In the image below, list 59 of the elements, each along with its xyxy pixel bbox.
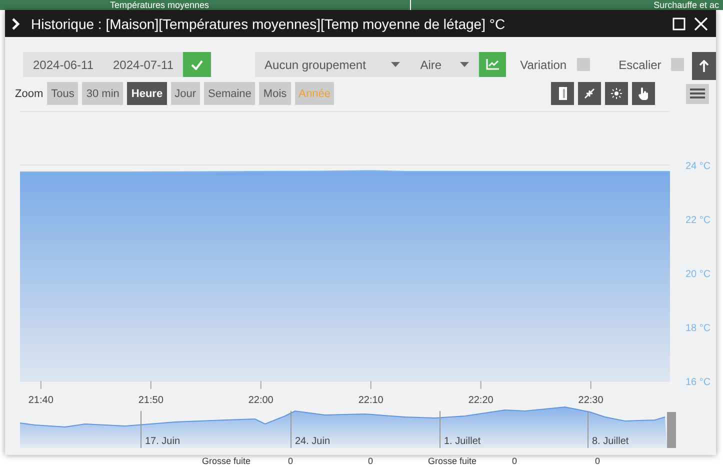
background-tab-title: Surchauffe et ac — [652, 0, 720, 10]
window-title: Historique : [Maison][Températures moyennes][Temp moyenne de létage] °C — [31, 16, 506, 32]
caret-icon — [391, 62, 400, 67]
checkbox[interactable] — [671, 58, 684, 71]
caret-icon — [460, 62, 469, 67]
background-value: 0 — [368, 455, 374, 467]
navigator-date-label: 8. Juillet — [592, 436, 629, 447]
navigator-date-label: 24. Juin — [295, 436, 330, 447]
y-axis-label: 18 °C — [685, 323, 711, 334]
background-value: 0 — [595, 455, 600, 467]
x-axis-label: 22:00 — [248, 395, 274, 406]
background-label: Grosse fuite — [202, 455, 251, 467]
zoom-button[interactable]: Tous — [47, 82, 78, 105]
background-value: 0 — [512, 455, 518, 467]
y-axis-label: 22 °C — [685, 215, 711, 226]
zoom-button[interactable]: Jour — [170, 82, 200, 105]
option-label: Escalier — [618, 58, 662, 72]
y-axis-label: 16 °C — [685, 377, 711, 388]
navigator-date-label: 1. Juillet — [444, 436, 481, 447]
grouping-dropdown[interactable]: Aucun groupement — [254, 52, 410, 77]
chart-type-button[interactable] — [478, 52, 506, 77]
x-axis-label: 21:50 — [138, 395, 164, 406]
apply-button[interactable] — [183, 52, 211, 77]
x-axis-label: 22:20 — [468, 395, 494, 406]
x-axis-label: 22:30 — [578, 395, 604, 406]
scroll-top-button[interactable] — [692, 52, 716, 80]
zoom-button[interactable]: Mois — [259, 82, 291, 105]
up-arrow-icon — [699, 60, 710, 72]
zoom-button[interactable]: Semaine — [204, 82, 256, 105]
y-axis-label: 24 °C — [685, 161, 711, 172]
zoom-label: Zoom — [15, 88, 44, 100]
background-value: 0 — [288, 455, 294, 467]
navigator-handle[interactable] — [667, 412, 676, 448]
maximize-icon[interactable] — [672, 16, 686, 30]
menu-icon — [690, 88, 705, 99]
chart-type-dropdown[interactable]: Aire — [410, 52, 479, 77]
background-label: Grosse fuite — [428, 455, 477, 467]
collapse-arrows-icon — [584, 88, 595, 99]
x-axis-label: 22:10 — [358, 395, 384, 406]
close-icon[interactable] — [694, 16, 708, 30]
sun-icon — [611, 88, 622, 99]
x-axis-label: 21:40 — [28, 395, 54, 406]
check-icon — [190, 60, 203, 70]
start-date-field[interactable]: 2024-06-11 — [23, 52, 103, 77]
y-axis-label: 20 °C — [685, 269, 711, 280]
menu-button[interactable] — [686, 84, 709, 104]
checkbox[interactable] — [576, 58, 590, 71]
toolbar-button[interactable] — [632, 82, 655, 105]
bar-icon — [558, 87, 566, 100]
hand-pointer-icon — [638, 87, 649, 100]
toolbar-button[interactable] — [551, 82, 574, 105]
zoom-button[interactable]: 30 min — [82, 82, 124, 105]
zoom-button[interactable]: Heure — [127, 82, 167, 105]
option-label: Variation — [520, 58, 567, 72]
end-date-field[interactable]: 2024-07-11 — [103, 52, 183, 77]
toolbar-button[interactable] — [578, 82, 601, 105]
navigator-date-label: 17. Juin — [145, 436, 180, 447]
line-chart-icon — [486, 59, 499, 70]
toolbar-button[interactable] — [605, 82, 628, 105]
